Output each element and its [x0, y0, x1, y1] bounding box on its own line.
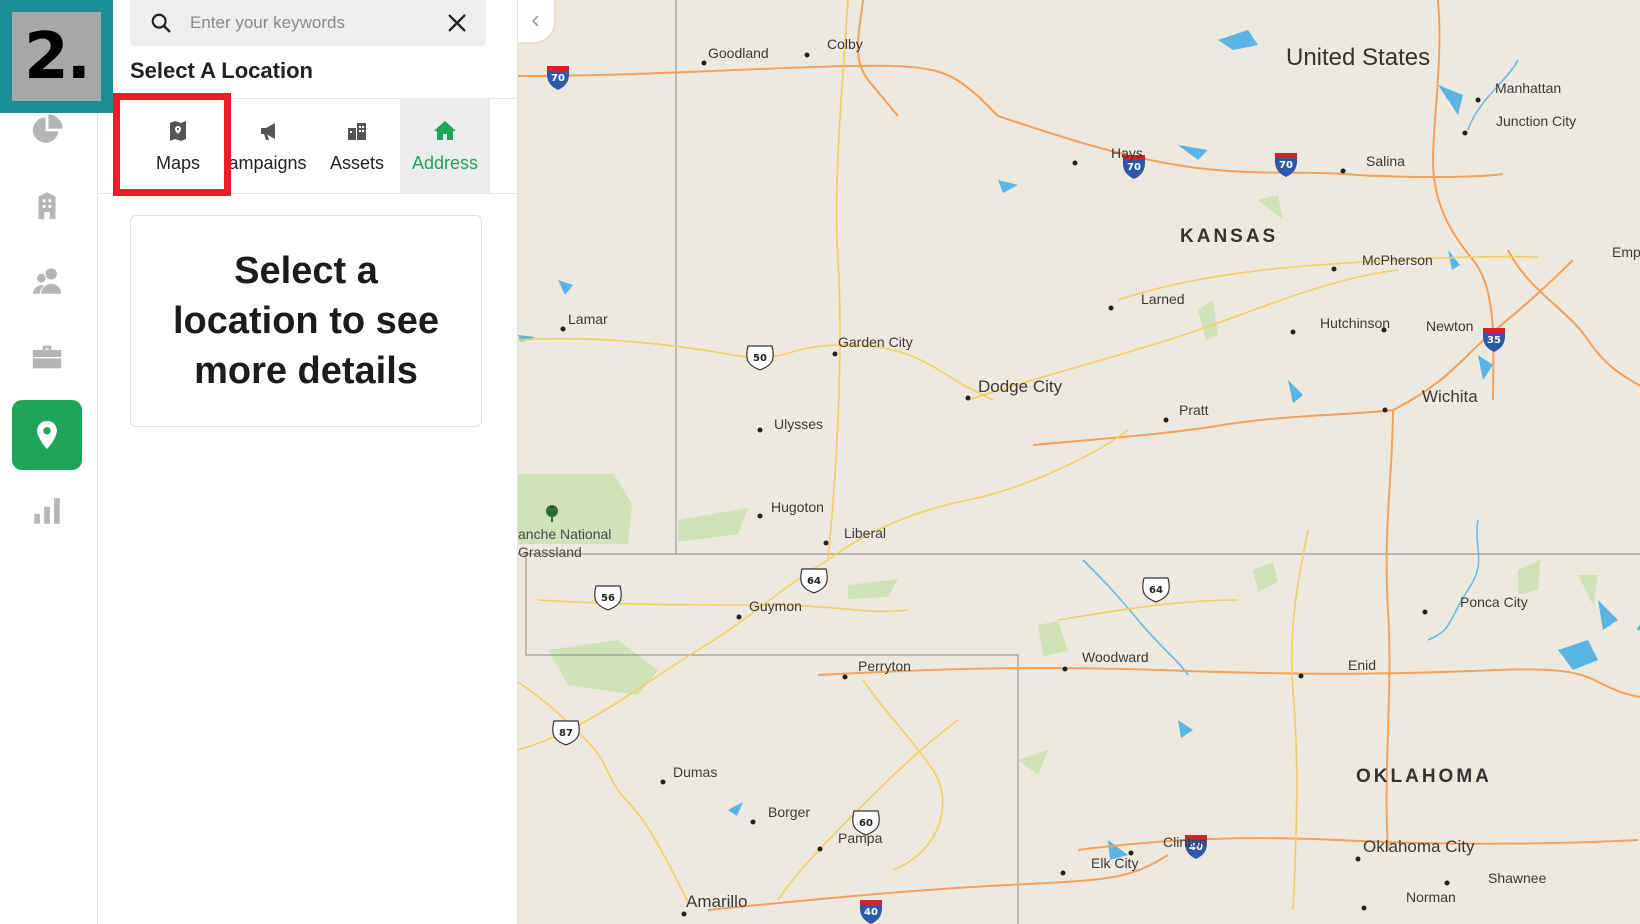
tab-label: Campaigns: [224, 152, 307, 173]
search-input[interactable]: [190, 13, 440, 33]
pie-chart-icon: [32, 114, 63, 143]
city-label: Liberal: [844, 525, 887, 541]
city-label: Hutchinson: [1320, 315, 1391, 331]
park-label: anche National Grassland: [518, 525, 611, 561]
route-shield: 87: [552, 720, 580, 746]
search-bar: [130, 0, 486, 46]
svg-text:70: 70: [1279, 160, 1293, 171]
state-label-oklahoma: OKLAHOMA: [1356, 766, 1492, 787]
city-label: Amarillo: [686, 892, 748, 911]
chevron-left-icon: [531, 15, 539, 27]
city-label: Junction City: [1496, 113, 1577, 129]
city-label: Enid: [1348, 657, 1377, 673]
city-label: Pratt: [1179, 402, 1209, 418]
tab-label: Maps: [155, 152, 200, 173]
bar-chart-icon: [34, 498, 60, 524]
panel-heading: Select A Location: [130, 58, 313, 83]
tab-maps[interactable]: Maps: [132, 99, 224, 193]
svg-text:40: 40: [864, 907, 878, 918]
svg-text:70: 70: [1127, 162, 1141, 173]
city-label: Colby: [827, 36, 863, 52]
city-label: Norman: [1406, 889, 1456, 905]
highway-shield: 70: [547, 66, 569, 90]
rail-item-locations[interactable]: [12, 400, 82, 470]
highway-shield: 40: [860, 900, 882, 924]
briefcase-icon: [32, 345, 62, 369]
svg-text:56: 56: [601, 593, 615, 604]
route-shield: 56: [594, 585, 622, 611]
park-label-line: Grassland: [518, 544, 582, 560]
svg-text:50: 50: [753, 353, 767, 364]
city-label: Larned: [1141, 291, 1185, 307]
svg-text:64: 64: [807, 576, 821, 587]
tab-campaigns[interactable]: Campaigns: [224, 99, 316, 193]
state-label-kansas: KANSAS: [1180, 226, 1279, 247]
tab-label: Assets: [329, 152, 385, 173]
city-label: Perryton: [858, 658, 911, 674]
city-label: Shawnee: [1488, 870, 1547, 886]
country-label: United States: [1286, 44, 1431, 71]
city-label: Ulysses: [774, 416, 824, 432]
city-label: Hays: [1111, 145, 1143, 161]
park-label-line: anche National: [518, 526, 612, 542]
city-label: Newton: [1426, 318, 1474, 334]
rail-item-properties[interactable]: [12, 170, 82, 240]
city-label: Goodland: [708, 45, 769, 61]
details-message: Select a location to see more details: [172, 250, 440, 392]
nav-rail: [0, 0, 98, 924]
step-number: 2.: [24, 19, 91, 94]
location-pin-icon: [37, 420, 57, 450]
close-icon[interactable]: [446, 12, 468, 34]
building-icon: [38, 192, 56, 220]
city-label: Emp: [1612, 244, 1640, 260]
city-label: Lamar: [568, 311, 608, 327]
tab-label: Address: [411, 152, 479, 173]
city-label: Borger: [768, 804, 811, 820]
city-label: Woodward: [1082, 649, 1149, 665]
map-icon: [170, 120, 186, 141]
city-label: Ponca City: [1460, 594, 1528, 610]
city-label: Manhattan: [1495, 80, 1562, 96]
city-label: Clinton: [1163, 834, 1207, 850]
tab-address[interactable]: Address: [400, 99, 490, 193]
route-shield: 64: [1142, 577, 1170, 603]
svg-text:64: 64: [1149, 585, 1163, 596]
city-label: Hugoton: [771, 499, 824, 515]
tab-assets[interactable]: Assets: [316, 99, 398, 193]
city-label: Guymon: [749, 598, 802, 614]
route-shield: 64: [800, 568, 828, 594]
city-label: McPherson: [1362, 252, 1433, 268]
rail-item-portfolio[interactable]: [12, 322, 82, 392]
city-label: Salina: [1366, 153, 1405, 169]
city-label: Garden City: [838, 334, 913, 350]
location-tabs: Maps Campaigns Assets Address: [98, 98, 518, 194]
city-label: Dodge City: [978, 377, 1063, 396]
highway-shield: 35: [1483, 328, 1505, 352]
route-shield: 50: [746, 345, 774, 371]
city-label: Elk City: [1091, 855, 1139, 871]
svg-text:60: 60: [859, 818, 873, 829]
search-icon: [151, 13, 171, 33]
home-icon: [434, 120, 456, 140]
city-label: Dumas: [673, 764, 718, 780]
city-label: Oklahoma City: [1363, 837, 1475, 856]
megaphone-icon: [261, 122, 275, 140]
rail-item-reports[interactable]: [12, 476, 82, 546]
city-label: Wichita: [1422, 387, 1478, 406]
svg-text:70: 70: [551, 73, 565, 84]
map-view[interactable]: 70 70 70 35 40 40 50 64 56 64 87 60 Unit…: [518, 0, 1640, 924]
buildings-icon: [348, 122, 366, 140]
svg-text:87: 87: [559, 728, 573, 739]
details-card: Select a location to see more details: [130, 215, 482, 427]
step-badge: 2.: [0, 0, 113, 113]
location-panel: Select A Location Maps Campaigns Assets …: [98, 0, 518, 924]
city-label: Pampa: [838, 830, 883, 846]
users-icon: [32, 268, 62, 294]
svg-text:35: 35: [1487, 335, 1501, 346]
rail-item-contacts[interactable]: [12, 246, 82, 316]
